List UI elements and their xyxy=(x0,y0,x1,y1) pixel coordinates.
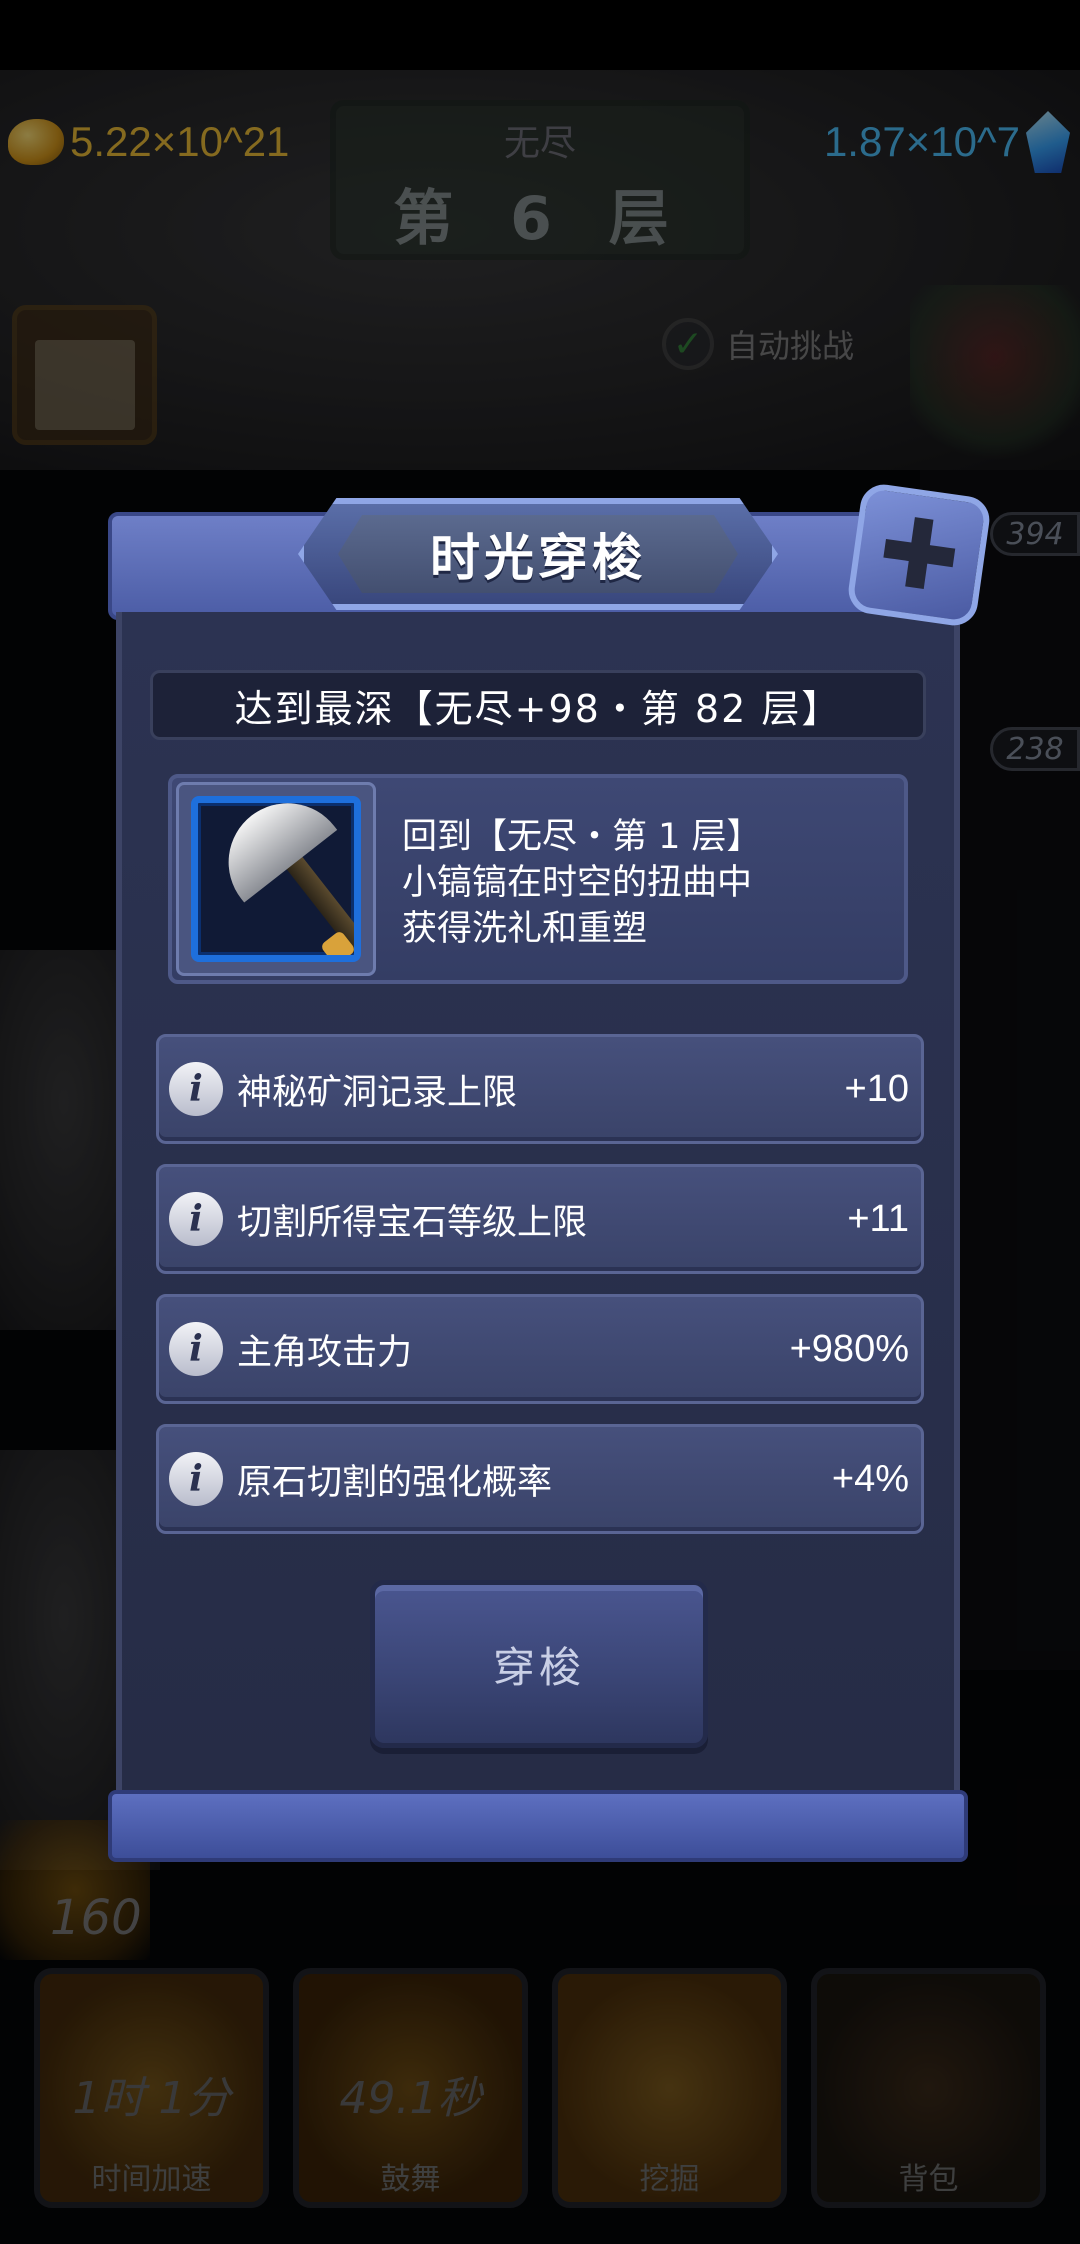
stat-label: 切割所得宝石等级上限 xyxy=(237,1202,588,1243)
info-icon[interactable]: i xyxy=(169,1062,223,1116)
pickaxe-slot xyxy=(191,796,361,962)
item-desc-line: 获得洗礼和重塑 xyxy=(402,909,648,949)
info-icon[interactable]: i xyxy=(169,1452,223,1506)
stat-row-gem-level: i 切割所得宝石等级上限 +11 xyxy=(156,1164,924,1274)
stat-label: 神秘矿洞记录上限 xyxy=(237,1072,518,1113)
stat-label: 原石切割的强化概率 xyxy=(237,1462,553,1503)
stat-label: 主角攻击力 xyxy=(237,1332,413,1373)
item-desc-line: 回到【无尽・第 1 层】 xyxy=(402,817,762,857)
stat-row-mine-record: i 神秘矿洞记录上限 +10 xyxy=(156,1034,924,1144)
travel-button[interactable]: 穿梭 xyxy=(370,1580,708,1748)
info-icon[interactable]: i xyxy=(169,1192,223,1246)
stat-value: +11 xyxy=(847,1197,909,1240)
time-travel-dialog: 时光穿梭 ✚ 达到最深【无尽+98・第 82 层】 回到【无尽・第 1 层】 小… xyxy=(108,481,993,1862)
deepest-reached-text: 达到最深【无尽+98・第 82 层】 xyxy=(234,686,842,731)
dialog-title: 时光穿梭 xyxy=(430,529,646,587)
stat-row-attack: i 主角攻击力 +980% xyxy=(156,1294,924,1404)
stat-value: +980% xyxy=(789,1327,909,1370)
close-icon: ✚ xyxy=(871,493,967,617)
close-button[interactable]: ✚ xyxy=(845,481,993,629)
item-description: 回到【无尽・第 1 层】 小镐镐在时空的扭曲中 获得洗礼和重塑 xyxy=(402,814,892,952)
stat-value: +10 xyxy=(844,1067,909,1110)
item-desc-line: 小镐镐在时空的扭曲中 xyxy=(402,863,753,903)
stat-value: +4% xyxy=(831,1457,909,1500)
item-frame xyxy=(176,782,376,976)
dialog-footer xyxy=(108,1790,968,1862)
info-icon[interactable]: i xyxy=(169,1322,223,1376)
pickaxe-panel: 回到【无尽・第 1 层】 小镐镐在时空的扭曲中 获得洗礼和重塑 xyxy=(168,774,908,984)
stat-row-enhance-chance: i 原石切割的强化概率 +4% xyxy=(156,1424,924,1534)
deepest-reached-banner: 达到最深【无尽+98・第 82 层】 xyxy=(150,670,926,740)
dialog-title-inner: 时光穿梭 xyxy=(338,515,738,593)
dialog-title-plate: 时光穿梭 xyxy=(298,498,778,610)
travel-button-label: 穿梭 xyxy=(492,1642,585,1692)
